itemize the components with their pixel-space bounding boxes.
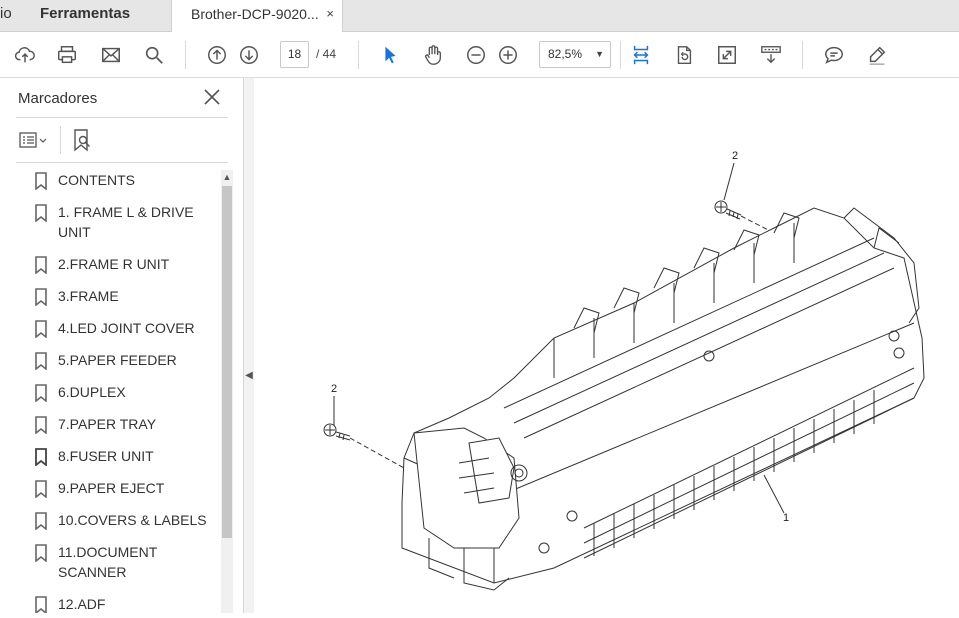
fit-width-icon[interactable]	[628, 42, 654, 68]
bookmark-label: 10.COVERS & LABELS	[58, 512, 207, 528]
bookmark-item[interactable]: 6.DUPLEX	[24, 382, 220, 402]
bookmark-label: CONTENTS	[58, 172, 135, 188]
document-page: 2 2 1	[254, 78, 959, 613]
chevron-down-icon: ▼	[595, 49, 604, 59]
select-cursor-icon[interactable]	[377, 42, 403, 68]
bookmark-item[interactable]: 2.FRAME R UNIT	[24, 254, 220, 274]
bookmark-item[interactable]: 11.DOCUMENT SCANNER	[24, 542, 220, 582]
bookmark-search-icon[interactable]	[70, 128, 94, 152]
bookmark-item[interactable]: 1. FRAME L & DRIVE UNIT	[24, 202, 220, 242]
zoom-select[interactable]: 82,5% ▼	[539, 41, 611, 68]
page-up-icon[interactable]	[204, 42, 230, 68]
comment-icon[interactable]	[821, 42, 847, 68]
bookmark-options-icon[interactable]	[18, 130, 50, 152]
bookmarks-title: Marcadores	[18, 90, 98, 107]
bookmark-label: 1. FRAME L & DRIVE UNIT	[58, 204, 194, 240]
page-number-input[interactable]: 18	[280, 41, 309, 68]
tab-bar: io Ferramentas Brother-DCP-9020... ×	[0, 0, 959, 33]
tab-document-label: Brother-DCP-9020...	[191, 6, 319, 22]
chevron-left-icon[interactable]: ◀	[244, 370, 254, 381]
bookmark-label: 4.LED JOINT COVER	[58, 320, 195, 336]
bookmark-item[interactable]: 9.PAPER EJECT	[24, 478, 220, 498]
hand-tool-icon[interactable]	[420, 42, 446, 68]
zoom-in-icon[interactable]	[495, 42, 521, 68]
close-icon[interactable]	[202, 87, 222, 107]
bookmark-label: 3.FRAME	[58, 288, 119, 304]
bookmark-list: CONTENTS 1. FRAME L & DRIVE UNIT 2.FRAME…	[24, 170, 220, 613]
bookmark-item[interactable]: 5.PAPER FEEDER	[24, 350, 220, 370]
bookmark-label: 9.PAPER EJECT	[58, 480, 165, 496]
bookmark-label: 2.FRAME R UNIT	[58, 256, 170, 272]
callout-label: 2	[732, 150, 739, 162]
bookmark-label: 8.FUSER UNIT	[58, 448, 154, 464]
upload-icon[interactable]	[12, 42, 38, 68]
bookmark-label: 12.ADF	[58, 596, 106, 612]
tab-document[interactable]: Brother-DCP-9020... ×	[171, 0, 343, 33]
scroll-mode-icon[interactable]	[758, 42, 784, 68]
chevron-up-icon[interactable]: ▲	[221, 170, 233, 184]
bookmark-label: 6.DUPLEX	[58, 384, 126, 400]
fuser-unit-drawing	[323, 162, 925, 591]
mail-icon[interactable]	[98, 42, 124, 68]
bookmark-item[interactable]: 4.LED JOINT COVER	[24, 318, 220, 338]
toolbar: 18 / 44 82,5% ▼	[0, 32, 959, 78]
bookmark-item[interactable]: CONTENTS	[24, 170, 220, 190]
bookmark-item[interactable]: 12.ADF	[24, 594, 220, 613]
bookmarks-panel: Marcadores CONTENTS 1. FRAME L & DRIVE U…	[0, 78, 244, 613]
bookmark-item[interactable]: 3.FRAME	[24, 286, 220, 306]
highlight-pen-icon[interactable]	[864, 42, 890, 68]
bookmark-scrollbar[interactable]: ▲	[221, 170, 233, 613]
tab-home[interactable]: io	[0, 0, 22, 32]
callout-label: 2	[331, 383, 338, 395]
print-icon[interactable]	[54, 42, 80, 68]
bookmark-label: 7.PAPER TRAY	[58, 416, 157, 432]
bookmark-item[interactable]: 7.PAPER TRAY	[24, 414, 220, 434]
search-icon[interactable]	[141, 42, 167, 68]
bookmark-label: 5.PAPER FEEDER	[58, 352, 177, 368]
screw-left	[323, 423, 405, 469]
bookmark-label: 11.DOCUMENT SCANNER	[58, 544, 158, 580]
zoom-value: 82,5%	[548, 47, 583, 61]
close-tab-icon[interactable]: ×	[326, 0, 334, 28]
page-down-icon[interactable]	[236, 42, 262, 68]
screw-top	[714, 200, 775, 234]
tab-tools-label: Ferramentas	[40, 5, 131, 22]
bookmark-item[interactable]: 8.FUSER UNIT	[24, 446, 220, 466]
bookmark-item[interactable]: 10.COVERS & LABELS	[24, 510, 220, 530]
rotate-page-icon[interactable]	[671, 42, 697, 68]
zoom-out-icon[interactable]	[463, 42, 489, 68]
scrollbar-thumb[interactable]	[222, 186, 232, 538]
callout-label: 1	[783, 512, 790, 524]
page-total: / 44	[316, 47, 337, 61]
panel-collapse-bar[interactable]: ◀	[244, 78, 254, 613]
fullscreen-icon[interactable]	[714, 42, 740, 68]
tab-tools[interactable]: Ferramentas	[40, 0, 130, 32]
tab-home-label: io	[0, 5, 12, 22]
